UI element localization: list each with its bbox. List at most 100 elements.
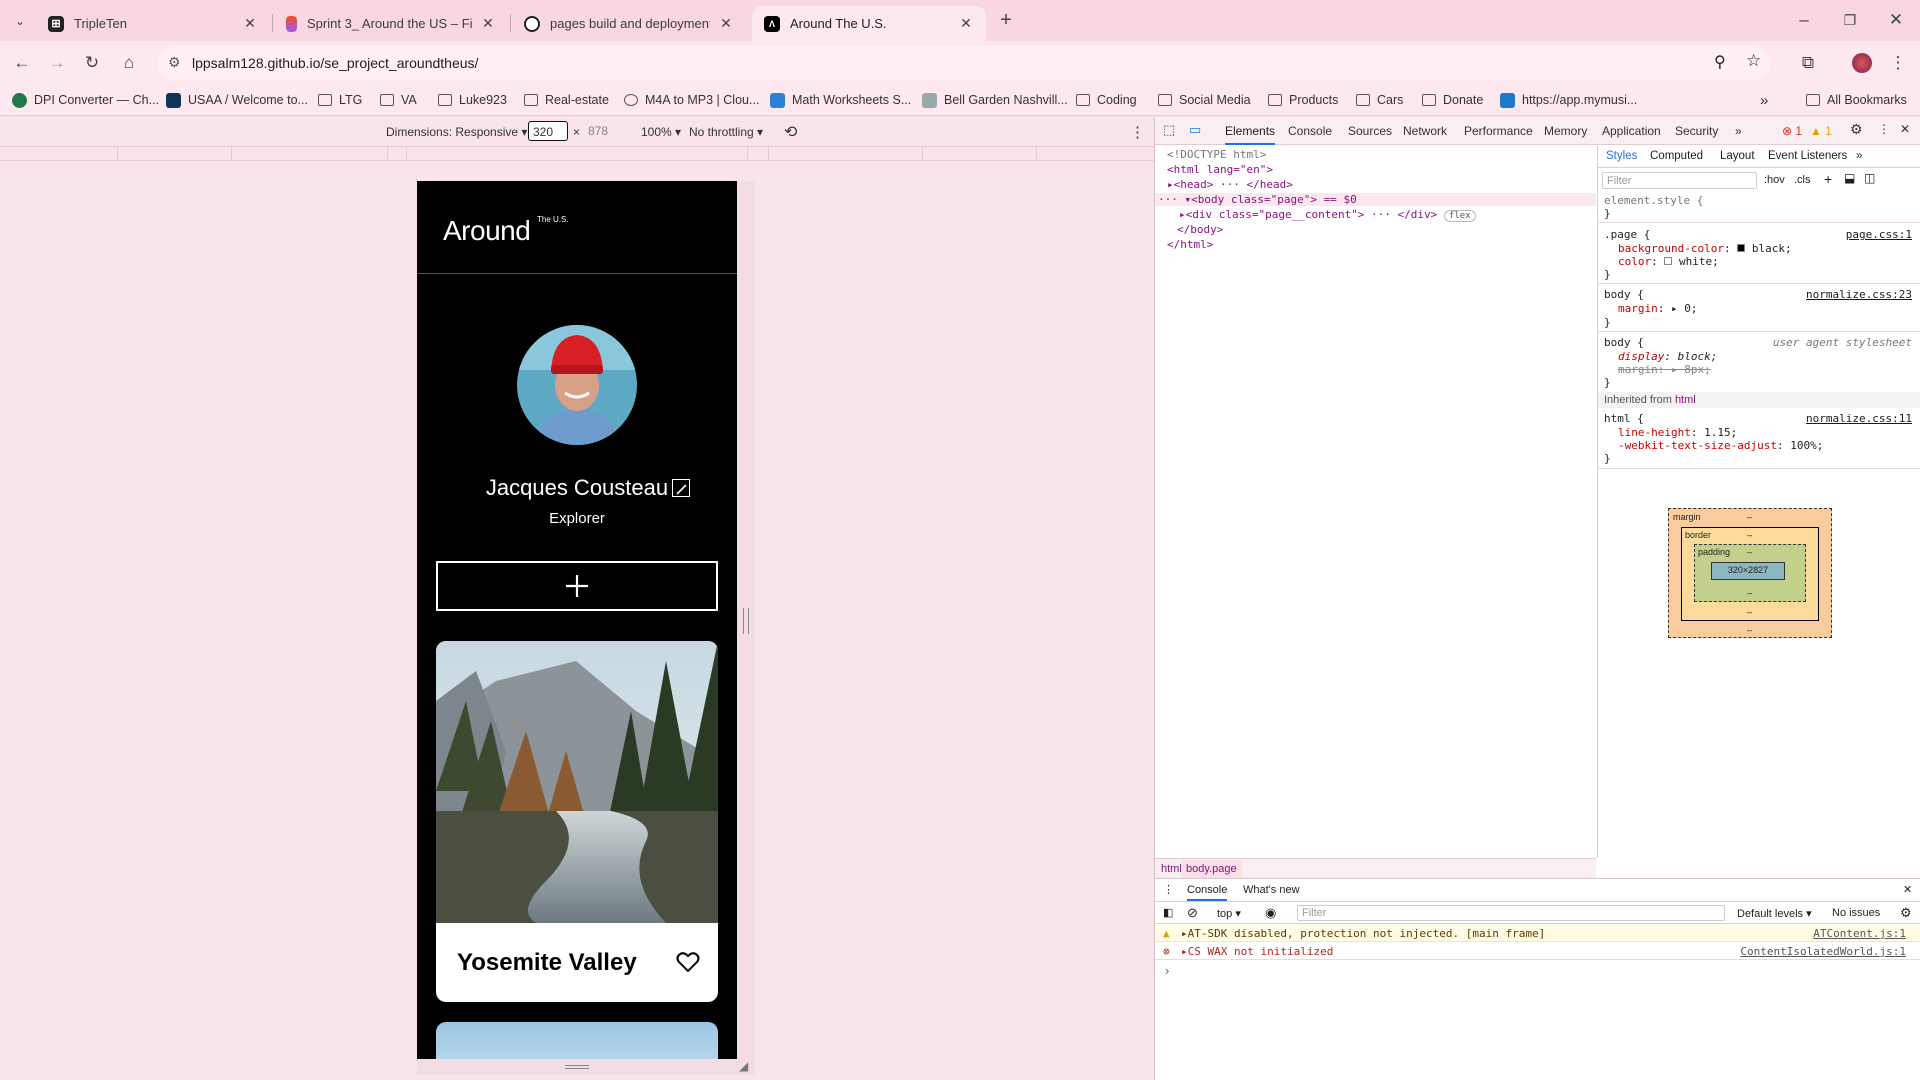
profile-avatar[interactable]	[1848, 49, 1876, 77]
browser-menu-icon[interactable]: ⋮	[1884, 49, 1912, 77]
console-filter-input[interactable]: Filter	[1297, 905, 1725, 921]
zoom-dropdown[interactable]: 100% ▾	[641, 125, 681, 139]
add-card-button[interactable]	[436, 561, 718, 611]
html-textsize-declaration[interactable]: -webkit-text-size-adjust: 100%;	[1618, 439, 1823, 452]
html-lineheight-declaration[interactable]: line-height: 1.15;	[1618, 426, 1737, 439]
body-margin-declaration[interactable]: margin: ▸ 0;	[1618, 302, 1698, 315]
page-bg-declaration[interactable]: background-color: black;	[1618, 242, 1792, 255]
box-model-content[interactable]: 320×2827	[1711, 562, 1785, 580]
breadcrumb-html[interactable]: html	[1161, 863, 1182, 875]
tab-memory[interactable]: Memory	[1544, 124, 1587, 138]
card-image[interactable]	[436, 641, 718, 923]
height-input[interactable]: 878	[584, 121, 624, 141]
box-model-border[interactable]: border – – padding – – 320×2827	[1681, 527, 1819, 621]
width-input[interactable]: 320	[528, 121, 568, 141]
device-toggle-icon[interactable]: ▭	[1189, 122, 1201, 138]
dom-doctype[interactable]: <!DOCTYPE html>	[1167, 148, 1266, 161]
extensions-icon[interactable]: ⧉	[1794, 49, 1822, 77]
tab-console[interactable]: Console	[1288, 124, 1332, 138]
bookmark-bell-garden[interactable]: Bell Garden Nashvill...	[922, 90, 1068, 110]
edit-profile-button[interactable]	[672, 479, 690, 497]
tab-sources[interactable]: Sources	[1348, 124, 1392, 138]
inspect-element-icon[interactable]: ⬚	[1163, 122, 1175, 138]
box-model-padding[interactable]: padding – – 320×2827	[1694, 544, 1806, 602]
bookmark-social-media[interactable]: Social Media	[1158, 90, 1251, 110]
console-sidebar-icon[interactable]: ◧	[1163, 906, 1173, 919]
bookmark-mymusic[interactable]: https://app.mymusi...	[1500, 90, 1637, 110]
context-selector[interactable]: top ▾	[1217, 907, 1241, 920]
device-options-icon[interactable]: ⋮	[1130, 123, 1145, 141]
close-tab-icon[interactable]: ✕	[718, 15, 734, 32]
drawer-tab-whats-new[interactable]: What's new	[1243, 884, 1300, 896]
address-bar[interactable]: ⚙ lppsalm128.github.io/se_project_around…	[158, 46, 1770, 80]
viewport-resize-bottom[interactable]: ◢	[417, 1059, 755, 1075]
close-devtools-icon[interactable]: ✕	[1900, 122, 1910, 136]
devtools-settings-icon[interactable]: ⚙	[1850, 121, 1863, 138]
issues-counter[interactable]: No issues	[1832, 907, 1880, 919]
page-color-declaration[interactable]: color: white;	[1618, 255, 1719, 268]
more-style-tabs-icon[interactable]: »	[1856, 150, 1862, 162]
paint-icon[interactable]: ⬓	[1844, 171, 1855, 185]
tab-event-listeners[interactable]: Event Listeners	[1768, 150, 1847, 162]
color-swatch-icon[interactable]	[1737, 244, 1746, 252]
dom-body-close[interactable]: </body>	[1177, 223, 1223, 236]
styles-filter-input[interactable]: Filter	[1602, 172, 1757, 189]
bookmark-m4a[interactable]: M4A to MP3 | Clou...	[624, 90, 759, 110]
bookmark-math-worksheets[interactable]: Math Worksheets S...	[770, 90, 911, 110]
bookmark-dpi-converter[interactable]: DPI Converter — Ch...	[12, 90, 159, 110]
close-drawer-icon[interactable]: ✕	[1903, 883, 1912, 896]
forward-button[interactable]: →	[43, 49, 71, 77]
close-tab-icon[interactable]: ✕	[958, 15, 974, 32]
bookmark-products[interactable]: Products	[1268, 90, 1338, 110]
console-message[interactable]: ⊗ ▸CS WAX not initialized ContentIsolate…	[1155, 943, 1920, 960]
bookmark-ltg[interactable]: LTG	[318, 90, 362, 110]
tab-search-button[interactable]: ⌄	[6, 7, 34, 35]
drawer-tab-console[interactable]: Console	[1187, 884, 1228, 901]
color-swatch-icon[interactable]	[1664, 257, 1673, 265]
resize-handle-right[interactable]	[743, 608, 749, 634]
tab-figma[interactable]: Sprint 3_ Around the US – Figm ✕	[274, 6, 508, 41]
console-source-link[interactable]: ATContent.js:1	[1813, 927, 1906, 940]
tab-application[interactable]: Application	[1602, 124, 1661, 138]
bookmark-coding[interactable]: Coding	[1076, 90, 1137, 110]
console-settings-icon[interactable]: ⚙	[1900, 905, 1912, 921]
close-window-button[interactable]: ✕	[1882, 6, 1910, 34]
drawer-menu-icon[interactable]: ⋮	[1163, 883, 1174, 896]
bookmark-star-icon[interactable]: ☆	[1746, 51, 1761, 71]
hov-toggle[interactable]: :hov	[1764, 174, 1785, 186]
dom-html[interactable]: <html lang="en">	[1167, 163, 1273, 176]
new-rule-icon[interactable]: +	[1824, 171, 1832, 187]
tab-network[interactable]: Network	[1403, 124, 1447, 138]
dimensions-dropdown[interactable]: Dimensions: Responsive ▾	[386, 125, 527, 139]
back-button[interactable]: ←	[8, 49, 36, 77]
inherited-tag[interactable]: html	[1675, 394, 1696, 406]
restore-button[interactable]: ❐	[1836, 6, 1864, 34]
console-prompt[interactable]: ›	[1165, 963, 1169, 978]
site-info-icon[interactable]: ⚙	[168, 54, 181, 71]
warning-count-badge[interactable]: ▲ 1	[1810, 124, 1832, 138]
sidebar-toggle-icon[interactable]: ◫	[1864, 171, 1875, 185]
new-tab-button[interactable]: +	[992, 6, 1020, 34]
normalize-css-link[interactable]: normalize.css:23	[1806, 288, 1912, 301]
tab-tripleten[interactable]: ⊞ TripleTen ✕	[36, 6, 270, 41]
minimize-button[interactable]: –	[1790, 6, 1818, 34]
reload-button[interactable]: ↻	[78, 49, 106, 77]
tab-performance[interactable]: Performance	[1464, 124, 1533, 138]
bookmark-usaa[interactable]: USAA / Welcome to...	[166, 90, 308, 110]
console-source-link[interactable]: ContentIsolatedWorld.js:1	[1740, 945, 1906, 958]
profile-avatar[interactable]	[517, 325, 637, 445]
rotate-icon[interactable]: ⟲	[784, 122, 797, 142]
resize-corner-icon[interactable]: ◢	[739, 1059, 748, 1073]
tab-layout[interactable]: Layout	[1720, 150, 1755, 162]
tab-computed[interactable]: Computed	[1650, 150, 1703, 162]
dom-head[interactable]: ▸<head> ··· </head>	[1167, 178, 1293, 191]
breadcrumb-body[interactable]: body.page	[1181, 860, 1242, 878]
all-bookmarks[interactable]: All Bookmarks	[1806, 90, 1907, 110]
dom-html-close[interactable]: </html>	[1167, 238, 1213, 251]
throttling-dropdown[interactable]: No throttling ▾	[689, 125, 763, 139]
close-tab-icon[interactable]: ✕	[480, 15, 496, 32]
close-tab-icon[interactable]: ✕	[242, 15, 258, 32]
zoom-icon[interactable]: ⚲	[1714, 52, 1726, 72]
home-button[interactable]: ⌂	[115, 49, 143, 77]
dom-body[interactable]: ··· ▾<body class="page"> == $0	[1155, 193, 1596, 206]
